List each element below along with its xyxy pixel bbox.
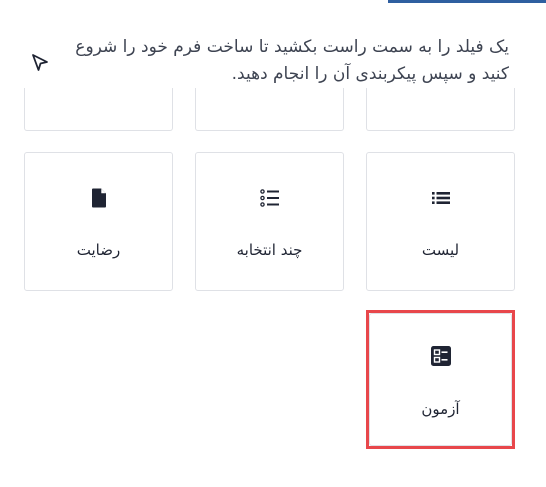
field-card-label: چند انتخابه (236, 241, 303, 259)
field-card-multiple-choice[interactable]: چند انتخابه (195, 152, 344, 291)
quiz-icon (429, 344, 453, 368)
field-card-list[interactable]: لیست (366, 152, 515, 291)
top-accent-bar (388, 0, 546, 3)
field-card-partial[interactable] (366, 88, 515, 131)
field-card-partial[interactable] (195, 88, 344, 131)
multiple-choice-list-icon (258, 186, 282, 210)
document-icon (87, 186, 111, 210)
drag-hint: یک فیلد را به سمت راست بکشید تا ساخت فرم… (22, 34, 527, 96)
list-icon (429, 186, 453, 210)
drag-hint-text: یک فیلد را به سمت راست بکشید تا ساخت فرم… (75, 37, 509, 84)
field-card-partial[interactable] (24, 88, 173, 131)
cursor-pointer-icon (28, 51, 52, 75)
field-card-label: لیست (421, 241, 460, 259)
field-card-label: رضایت (76, 241, 121, 259)
field-card-quiz[interactable]: آزمون (369, 313, 512, 446)
field-card-label: آزمون (421, 400, 460, 418)
field-card-satisfaction[interactable]: رضایت (24, 152, 173, 291)
